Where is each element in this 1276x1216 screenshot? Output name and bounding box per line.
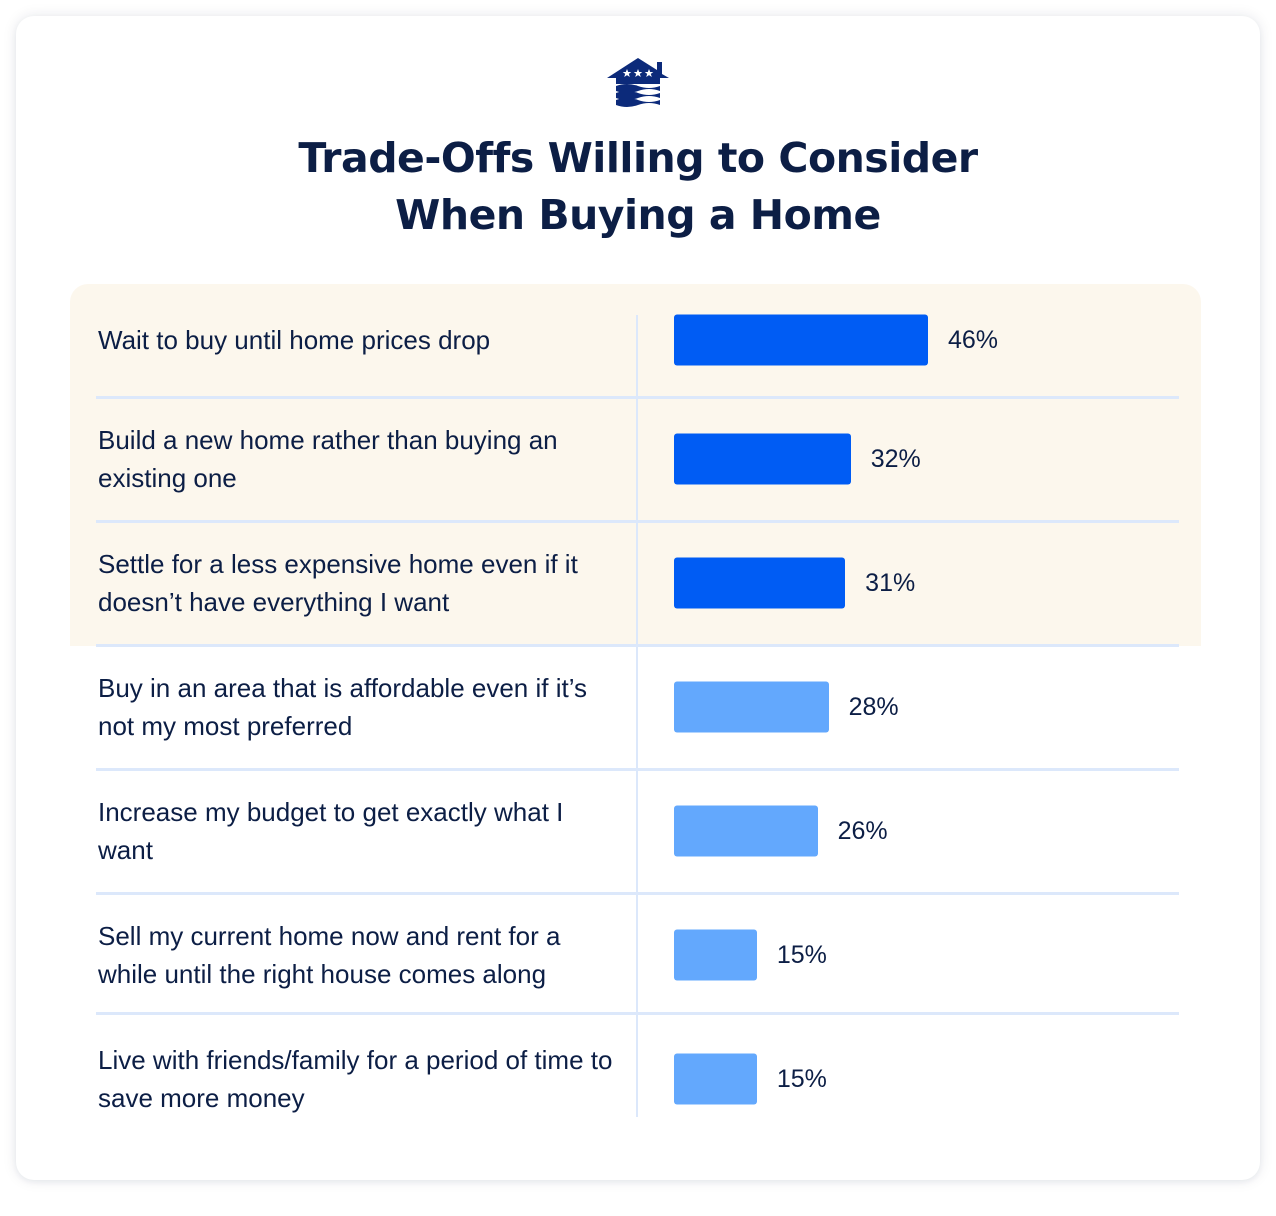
bar bbox=[674, 433, 851, 485]
bar bbox=[674, 314, 928, 366]
house-stars-waves-icon bbox=[607, 58, 669, 107]
category-label: Wait to buy until home prices drop bbox=[98, 325, 491, 355]
bar bbox=[674, 557, 846, 609]
bar bbox=[674, 681, 829, 733]
bar bbox=[674, 1053, 757, 1105]
chart-title: Trade-Offs Willing to Consider When Buyi… bbox=[0, 130, 1276, 244]
bar-value-label: 31% bbox=[865, 569, 916, 597]
chart-title-line-2: When Buying a Home bbox=[395, 191, 881, 239]
bar-value-label: 15% bbox=[776, 1065, 827, 1093]
bar-value-label: 26% bbox=[837, 817, 888, 845]
category-label: Sell my current home now and rent for a … bbox=[98, 921, 561, 989]
vertical-divider bbox=[636, 315, 638, 1117]
bar-value-label: 28% bbox=[848, 693, 899, 721]
bar-value-label: 15% bbox=[776, 941, 827, 969]
chart-title-line-1: Trade-Offs Willing to Consider bbox=[298, 134, 978, 182]
category-label: Increase my budget to get exactly what I… bbox=[98, 797, 564, 865]
bar bbox=[674, 805, 818, 857]
bar-value-label: 32% bbox=[870, 445, 921, 473]
category-label: Build a new home rather than buying an e… bbox=[98, 425, 558, 493]
bar-value-label: 46% bbox=[948, 326, 999, 354]
category-label: Buy in an area that is affordable even i… bbox=[98, 673, 588, 741]
category-label: Settle for a less expensive home even if… bbox=[98, 549, 578, 617]
category-label: Live with friends/family for a period of… bbox=[98, 1045, 613, 1113]
bar bbox=[674, 929, 757, 981]
